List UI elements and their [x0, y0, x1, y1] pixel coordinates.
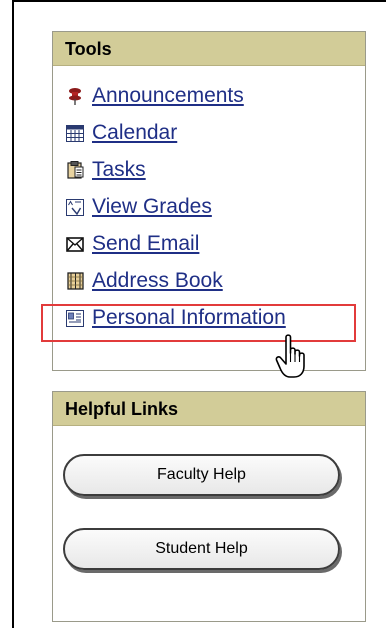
- tool-link-view-grades[interactable]: View Grades: [92, 195, 212, 219]
- hand-cursor-icon: [275, 333, 315, 381]
- tool-item-announcements[interactable]: Announcements: [66, 82, 244, 110]
- clipboard-icon: [66, 161, 84, 179]
- helpful-links-panel-header: Helpful Links: [53, 392, 365, 426]
- tool-item-address-book[interactable]: Address Book: [66, 267, 223, 295]
- calendar-icon: [66, 124, 84, 142]
- tool-link-calendar[interactable]: Calendar: [92, 121, 177, 145]
- page-frame-left: [12, 0, 14, 628]
- address-book-icon: [66, 272, 84, 290]
- tools-panel-header: Tools: [53, 32, 365, 66]
- tool-link-address-book[interactable]: Address Book: [92, 269, 223, 293]
- helpful-links-panel: Helpful Links Faculty Help Student Help: [52, 391, 366, 622]
- tool-item-send-email[interactable]: Send Email: [66, 230, 199, 258]
- tool-item-view-grades[interactable]: View Grades: [66, 193, 212, 221]
- tool-link-send-email[interactable]: Send Email: [92, 232, 199, 256]
- page-frame-top: [12, 0, 386, 2]
- tool-link-tasks[interactable]: Tasks: [92, 158, 146, 182]
- pushpin-icon: [66, 87, 84, 105]
- tool-item-calendar[interactable]: Calendar: [66, 119, 177, 147]
- faculty-help-button[interactable]: Faculty Help: [63, 454, 340, 496]
- tool-item-tasks[interactable]: Tasks: [66, 156, 146, 184]
- grades-icon: [66, 198, 84, 216]
- tool-link-announcements[interactable]: Announcements: [92, 84, 244, 108]
- student-help-button[interactable]: Student Help: [63, 528, 340, 570]
- envelope-icon: [66, 235, 84, 253]
